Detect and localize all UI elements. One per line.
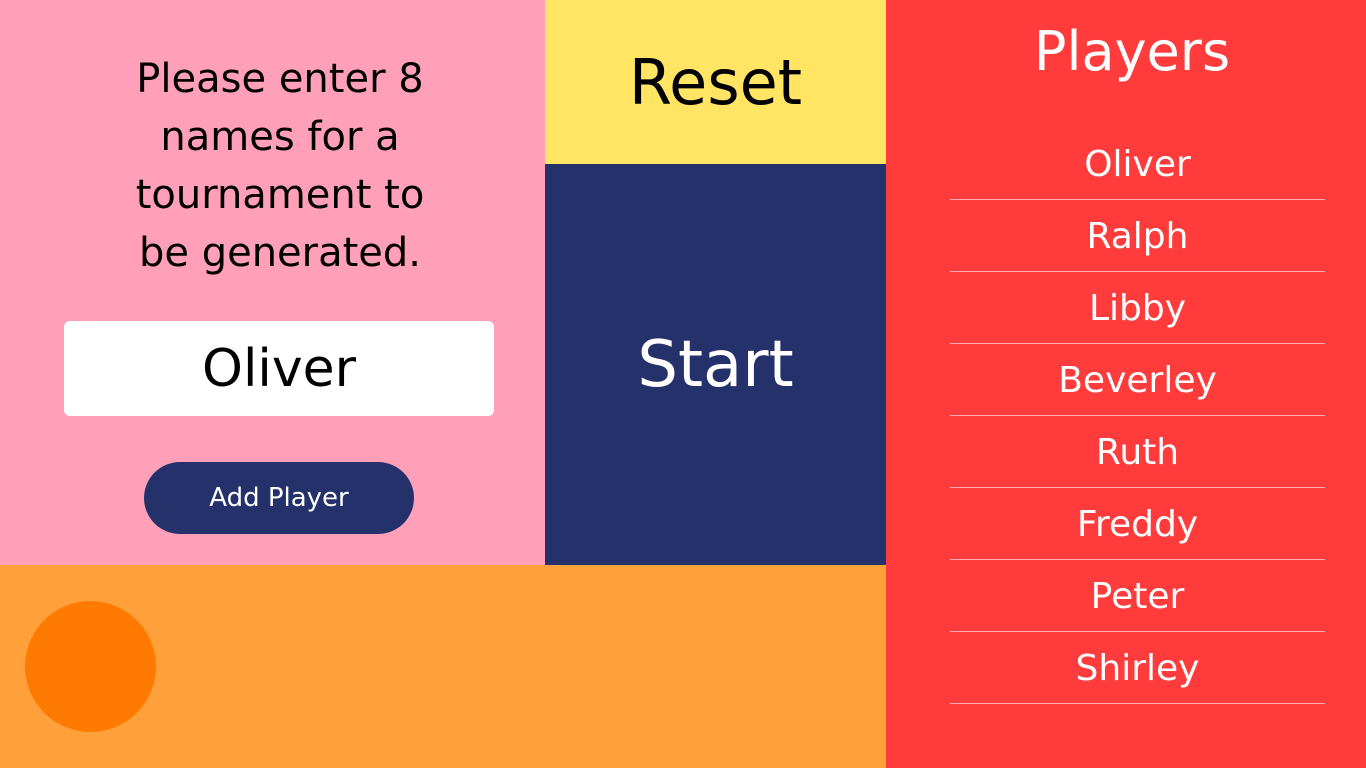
player-list-item: Ruth	[950, 416, 1325, 488]
players-panel: Players Oliver Ralph Libby Beverley Ruth…	[886, 0, 1366, 768]
instructions-text: Please enter 8 names for a tournament to…	[135, 56, 425, 276]
bottom-bar	[0, 565, 886, 768]
player-list-item: Shirley	[950, 632, 1325, 704]
player-list-item: Beverley	[950, 344, 1325, 416]
player-list-item: Libby	[950, 272, 1325, 344]
player-list: Oliver Ralph Libby Beverley Ruth Freddy …	[950, 128, 1325, 704]
player-list-item: Peter	[950, 560, 1325, 632]
player-list-item: Ralph	[950, 200, 1325, 272]
player-list-item: Freddy	[950, 488, 1325, 560]
orange-circle-decoration	[25, 601, 156, 732]
player-entry-panel: Please enter 8 names for a tournament to…	[0, 0, 545, 565]
reset-button[interactable]: Reset	[545, 0, 886, 164]
players-title: Players	[1033, 20, 1231, 83]
app-root: Please enter 8 names for a tournament to…	[0, 0, 1366, 768]
add-player-button[interactable]: Add Player	[144, 462, 414, 534]
player-list-item: Oliver	[950, 128, 1325, 200]
start-button[interactable]: Start	[545, 164, 886, 565]
player-name-input[interactable]	[64, 321, 494, 416]
